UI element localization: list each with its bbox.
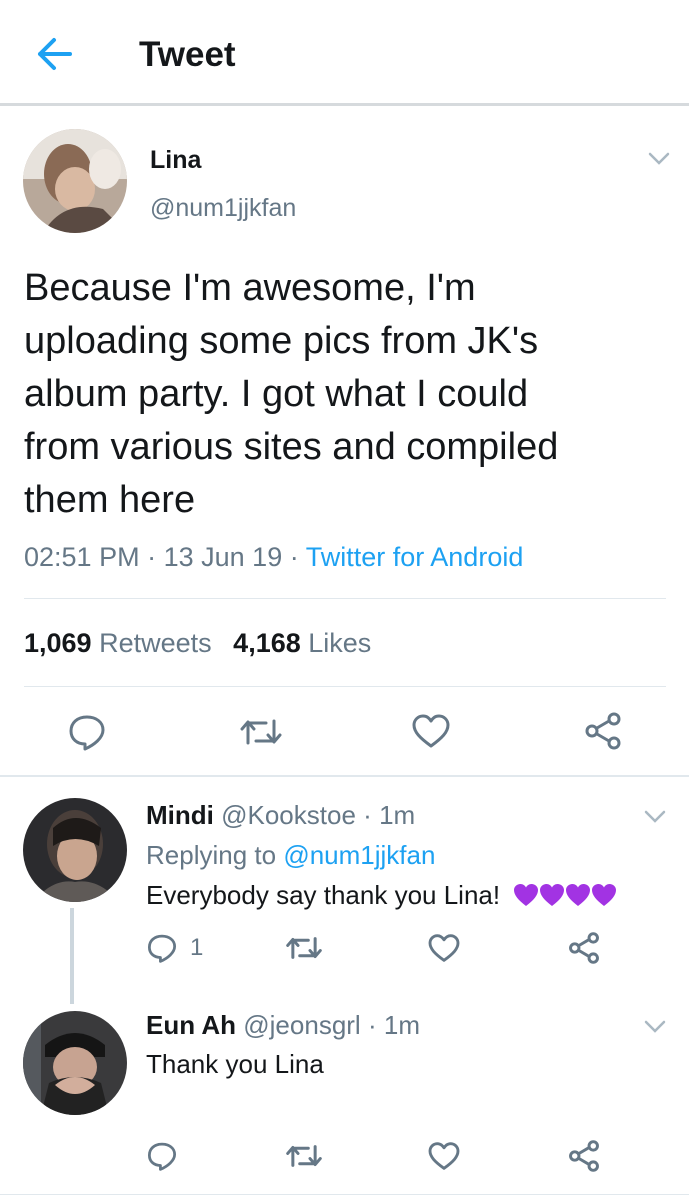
retweets-count: 1,069: [24, 628, 92, 658]
share-icon[interactable]: [568, 1140, 600, 1172]
reply-text: Everybody say thank you Lina!: [146, 880, 617, 910]
retweets-stat[interactable]: 1,069 Retweets: [24, 628, 219, 658]
tweet-meta: 02:51 PM · 13 Jun 19 · Twitter for Andro…: [24, 541, 523, 573]
like-heart-icon[interactable]: [428, 1142, 460, 1170]
retweet-icon[interactable]: [286, 1141, 322, 1171]
chevron-down-icon[interactable]: [644, 810, 666, 824]
tweet-text-line: from various sites and compiled: [24, 426, 559, 468]
replying-to: Replying to @num1jjkfan: [146, 840, 435, 870]
reply-time: 1m: [383, 1010, 420, 1040]
tweet-source-link[interactable]: Twitter for Android: [306, 542, 524, 572]
retweet-icon[interactable]: [286, 933, 322, 963]
tweet-text-line: uploading some pics from JK's: [24, 320, 539, 362]
reply-header: Mindi @Kookstoe · 1m: [146, 800, 415, 830]
divider: [0, 775, 689, 777]
reply-avatar[interactable]: [23, 1011, 127, 1115]
tweet-author-name[interactable]: Lina: [150, 145, 201, 175]
divider: [0, 1194, 689, 1195]
likes-label: Likes: [308, 628, 372, 658]
reply-author-handle[interactable]: @Kookstoe: [221, 800, 356, 830]
purple-heart-icon: [592, 884, 617, 906]
share-icon[interactable]: [568, 932, 600, 964]
likes-count: 4,168: [233, 628, 301, 658]
likes-stat[interactable]: 4,168 Likes: [233, 628, 371, 658]
reply-text: Thank you Lina: [146, 1049, 324, 1079]
reply-time: 1m: [379, 800, 416, 830]
reply-author-handle[interactable]: @jeonsgrl: [243, 1010, 360, 1040]
reply-author-name[interactable]: Mindi: [146, 800, 214, 830]
reply-text-content: Everybody say thank you Lina!: [146, 880, 501, 910]
avatar[interactable]: [23, 129, 127, 233]
retweet-icon[interactable]: [240, 715, 282, 749]
tweet-author-handle[interactable]: @num1jjkfan: [150, 193, 296, 223]
reply-avatar[interactable]: [23, 798, 127, 902]
tweet-text-line: album party. I got what I could: [24, 373, 529, 415]
separator: ·: [363, 800, 372, 830]
chevron-down-icon[interactable]: [644, 1020, 666, 1034]
tweet-time: 02:51 PM: [24, 542, 140, 572]
app-header: Tweet: [0, 0, 689, 106]
retweets-label: Retweets: [99, 628, 212, 658]
tweet-text: Because I'm awesome, I'm uploading some …: [24, 262, 664, 527]
tweet-text-line: Because I'm awesome, I'm: [24, 267, 476, 309]
back-arrow-icon[interactable]: [34, 36, 74, 72]
reply-header: Eun Ah @jeonsgrl · 1m: [146, 1010, 420, 1040]
purple-heart-emoji-group: [513, 880, 617, 910]
tweet-stats: 1,069 Retweets 4,168 Likes: [24, 627, 371, 659]
reply-icon[interactable]: [147, 933, 177, 963]
divider: [24, 598, 666, 599]
share-icon[interactable]: [584, 712, 622, 750]
reply-count: 1: [190, 934, 204, 961]
separator: ·: [289, 542, 299, 572]
thread-connector-line: [70, 908, 74, 1004]
replying-to-handle-link[interactable]: @num1jjkfan: [283, 840, 435, 870]
tweet-text-line: them here: [24, 479, 196, 521]
replying-to-label: Replying to: [146, 840, 277, 870]
chevron-down-icon[interactable]: [648, 152, 670, 166]
purple-heart-icon: [566, 884, 591, 906]
separator: ·: [367, 1010, 377, 1040]
like-heart-icon[interactable]: [428, 934, 460, 962]
like-heart-icon[interactable]: [412, 714, 450, 748]
page-title: Tweet: [139, 35, 236, 74]
divider: [24, 686, 666, 687]
reply-icon[interactable]: [68, 713, 106, 751]
reply-author-name[interactable]: Eun Ah: [146, 1010, 236, 1040]
tweet-date: 13 Jun 19: [163, 542, 283, 572]
purple-heart-icon: [540, 884, 565, 906]
reply-icon[interactable]: [147, 1141, 177, 1171]
purple-heart-icon: [514, 884, 539, 906]
separator: ·: [147, 542, 157, 572]
